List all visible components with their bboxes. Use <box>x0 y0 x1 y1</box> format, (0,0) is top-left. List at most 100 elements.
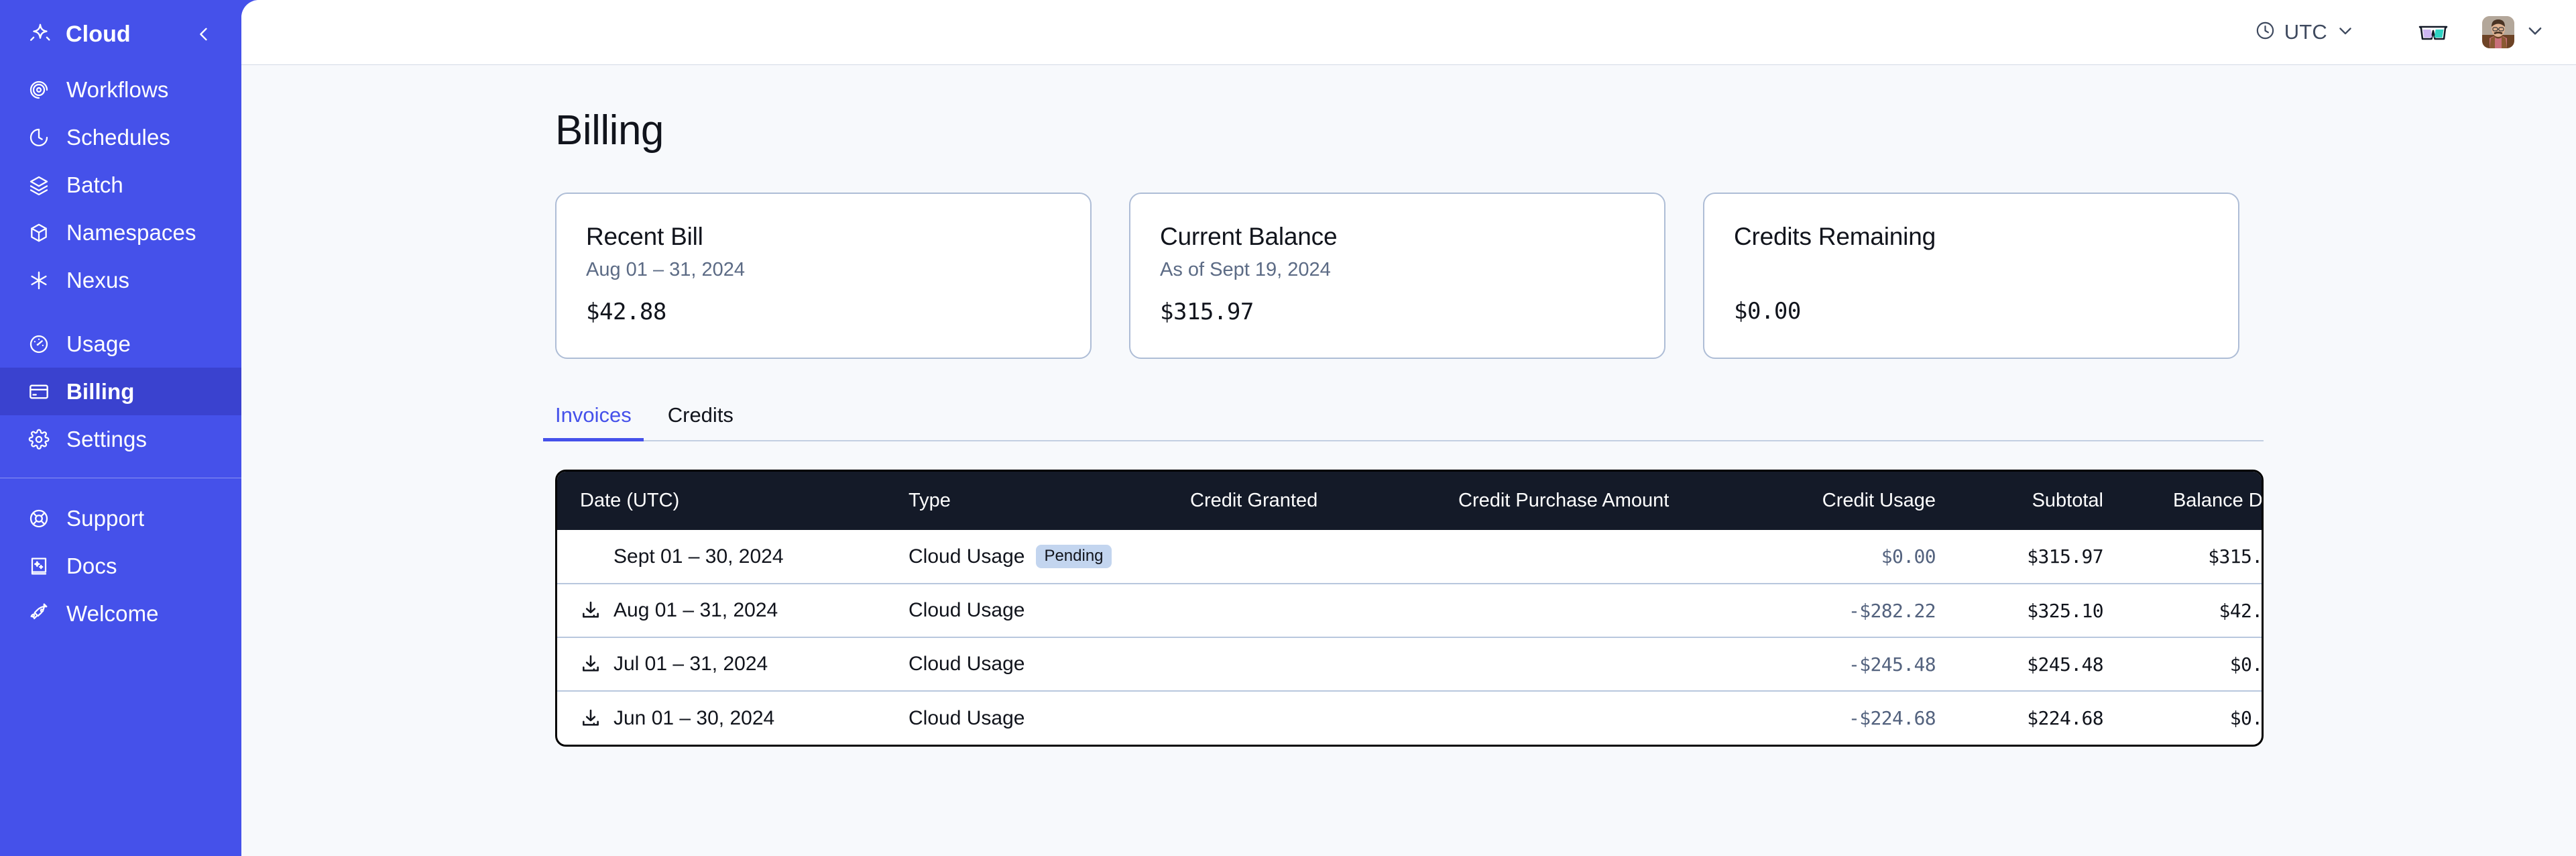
cube-icon <box>28 222 56 244</box>
sidebar-item-support[interactable]: Support <box>0 494 241 542</box>
chevron-left-icon[interactable] <box>190 21 217 48</box>
card-title: Recent Bill <box>586 223 703 250</box>
table-row: Jul 01 – 31, 2024 Cloud Usage -$245.48 $… <box>557 637 2262 692</box>
recent-bill-card: Recent Bill Aug 01 – 31, 2024 $42.88 <box>555 193 1092 359</box>
sidebar-item-nexus[interactable]: Nexus <box>0 256 241 304</box>
chevron-down-icon <box>2525 21 2545 44</box>
tab-credits[interactable]: Credits <box>656 403 746 441</box>
sidebar-brand-label: Cloud <box>66 21 131 47</box>
avatar <box>2482 16 2514 48</box>
sidebar-item-label: Settings <box>66 426 148 451</box>
cell-date: Jun 01 – 30, 2024 <box>557 691 886 745</box>
sidebar-item-label: Workflows <box>66 76 169 102</box>
workflows-icon <box>28 79 56 101</box>
download-icon[interactable] <box>580 653 601 675</box>
table-row: Aug 01 – 31, 2024 Cloud Usage -$282.22 $… <box>557 584 2262 638</box>
credit-card-icon <box>28 381 56 403</box>
cell-subtotal: $325.10 <box>1958 584 2126 638</box>
gear-icon <box>28 429 56 450</box>
chevron-down-icon <box>2336 21 2355 44</box>
column-header-type: Type <box>886 472 1167 530</box>
column-header-balance-due: Balance Due <box>2126 472 2262 530</box>
tab-invoices[interactable]: Invoices <box>543 403 644 441</box>
cell-date: Jul 01 – 31, 2024 <box>557 637 886 692</box>
sidebar-item-label: Usage <box>66 331 131 356</box>
topbar: UTC <box>241 0 2576 65</box>
content-pane: UTC Billing Recent Bill Aug 01 – 31, 202… <box>241 0 2576 856</box>
cell-credit-purchase-amount <box>1436 691 1764 745</box>
cell-balance-due: $0.00 <box>2126 637 2262 692</box>
asterisk-icon <box>28 270 56 291</box>
table-row: Sept 01 – 30, 2024 Cloud Usage Pending $… <box>557 530 2262 584</box>
timezone-label: UTC <box>2284 20 2327 44</box>
sidebar-brand[interactable]: Cloud <box>0 9 241 59</box>
sidebar-primary-group: Workflows Schedules Batch Namespaces Nex… <box>0 66 241 304</box>
current-balance-card: Current Balance As of Sept 19, 2024 $315… <box>1129 193 1665 359</box>
cell-type: Cloud Usage <box>886 584 1167 638</box>
cell-balance-due: $42.88 <box>2126 584 2262 638</box>
page-title: Billing <box>555 107 664 154</box>
column-header-credit-purchase-amount: Credit Purchase Amount <box>1436 472 1764 530</box>
cell-subtotal: $245.48 <box>1958 637 2126 692</box>
cell-balance-due: $315.97 <box>2126 530 2262 584</box>
sidebar-footer-group: Support Docs Welcome <box>0 494 241 637</box>
sidebar-item-settings[interactable]: Settings <box>0 415 241 463</box>
sidebar-item-label: Batch <box>66 172 123 197</box>
clock-icon <box>2255 20 2276 44</box>
cell-credit-usage: -$224.68 <box>1848 707 1936 729</box>
cell-credit-granted <box>1167 584 1436 638</box>
cell-credit-purchase-amount <box>1436 530 1764 584</box>
invoice-date: Aug 01 – 31, 2024 <box>613 599 778 621</box>
sidebar-item-batch[interactable]: Batch <box>0 161 241 209</box>
sidebar-item-namespaces[interactable]: Namespaces <box>0 209 241 256</box>
credits-remaining-card: Credits Remaining $0.00 <box>1703 193 2239 359</box>
invoice-date: Jun 01 – 30, 2024 <box>613 706 775 729</box>
column-header-subtotal: Subtotal <box>1958 472 2126 530</box>
card-amount: $42.88 <box>586 299 666 325</box>
cell-subtotal: $315.97 <box>1958 530 2126 584</box>
download-icon[interactable] <box>580 600 601 621</box>
rocket-icon <box>28 602 56 625</box>
timezone-picker[interactable]: UTC <box>2255 20 2355 44</box>
sidebar: Cloud Workflows Schedules Batch Namespac… <box>0 0 241 856</box>
cell-date: Aug 01 – 31, 2024 <box>557 584 886 638</box>
card-subtitle: Aug 01 – 31, 2024 <box>586 259 746 280</box>
sidebar-item-billing[interactable]: Billing <box>0 368 241 415</box>
cell-date: Sept 01 – 30, 2024 <box>557 530 886 584</box>
sidebar-item-label: Namespaces <box>66 219 196 245</box>
table-header: Date (UTC) Type Credit Granted Credit Pu… <box>557 472 2262 530</box>
table-body: Sept 01 – 30, 2024 Cloud Usage Pending $… <box>557 530 2263 745</box>
cell-balance-due: $0.00 <box>2229 707 2263 729</box>
cloud-sparkle-icon <box>28 22 56 46</box>
card-title: Credits Remaining <box>1734 223 1936 250</box>
cell-type: Cloud Usage <box>909 706 1025 729</box>
sidebar-item-label: Welcome <box>66 600 159 626</box>
main-content: Billing Recent Bill Aug 01 – 31, 2024 $4… <box>241 107 2576 747</box>
clock-icon <box>28 127 56 148</box>
3d-glasses-icon[interactable] <box>2415 14 2451 50</box>
cell-credit-purchase-amount <box>1436 584 1764 638</box>
status-badge: Pending <box>1036 545 1112 568</box>
cell-type: Cloud Usage Pending <box>886 530 1167 584</box>
sidebar-item-docs[interactable]: Docs <box>0 542 241 590</box>
card-subtitle: As of Sept 19, 2024 <box>1160 259 1331 280</box>
column-header-credit-usage: Credit Usage <box>1764 472 1958 530</box>
sidebar-item-label: Schedules <box>66 124 171 150</box>
cell-subtotal: $224.68 <box>2027 707 2103 729</box>
invoices-table: Date (UTC) Type Credit Granted Credit Pu… <box>555 470 2264 747</box>
cell-credit-usage: -$282.22 <box>1764 584 1958 638</box>
table-header-row: Date (UTC) Type Credit Granted Credit Pu… <box>557 472 2262 530</box>
sidebar-item-workflows[interactable]: Workflows <box>0 66 241 113</box>
summary-cards: Recent Bill Aug 01 – 31, 2024 $42.88 Cur… <box>555 193 2576 359</box>
sidebar-item-welcome[interactable]: Welcome <box>0 590 241 637</box>
gauge-icon <box>28 333 56 355</box>
layers-icon <box>28 174 56 196</box>
sidebar-item-usage[interactable]: Usage <box>0 320 241 368</box>
download-icon[interactable] <box>580 708 601 729</box>
card-amount: $315.97 <box>1160 299 1254 325</box>
card-title: Current Balance <box>1160 223 1338 250</box>
user-menu[interactable] <box>2482 16 2545 48</box>
sidebar-item-schedules[interactable]: Schedules <box>0 113 241 161</box>
cell-credit-usage: -$245.48 <box>1764 637 1958 692</box>
